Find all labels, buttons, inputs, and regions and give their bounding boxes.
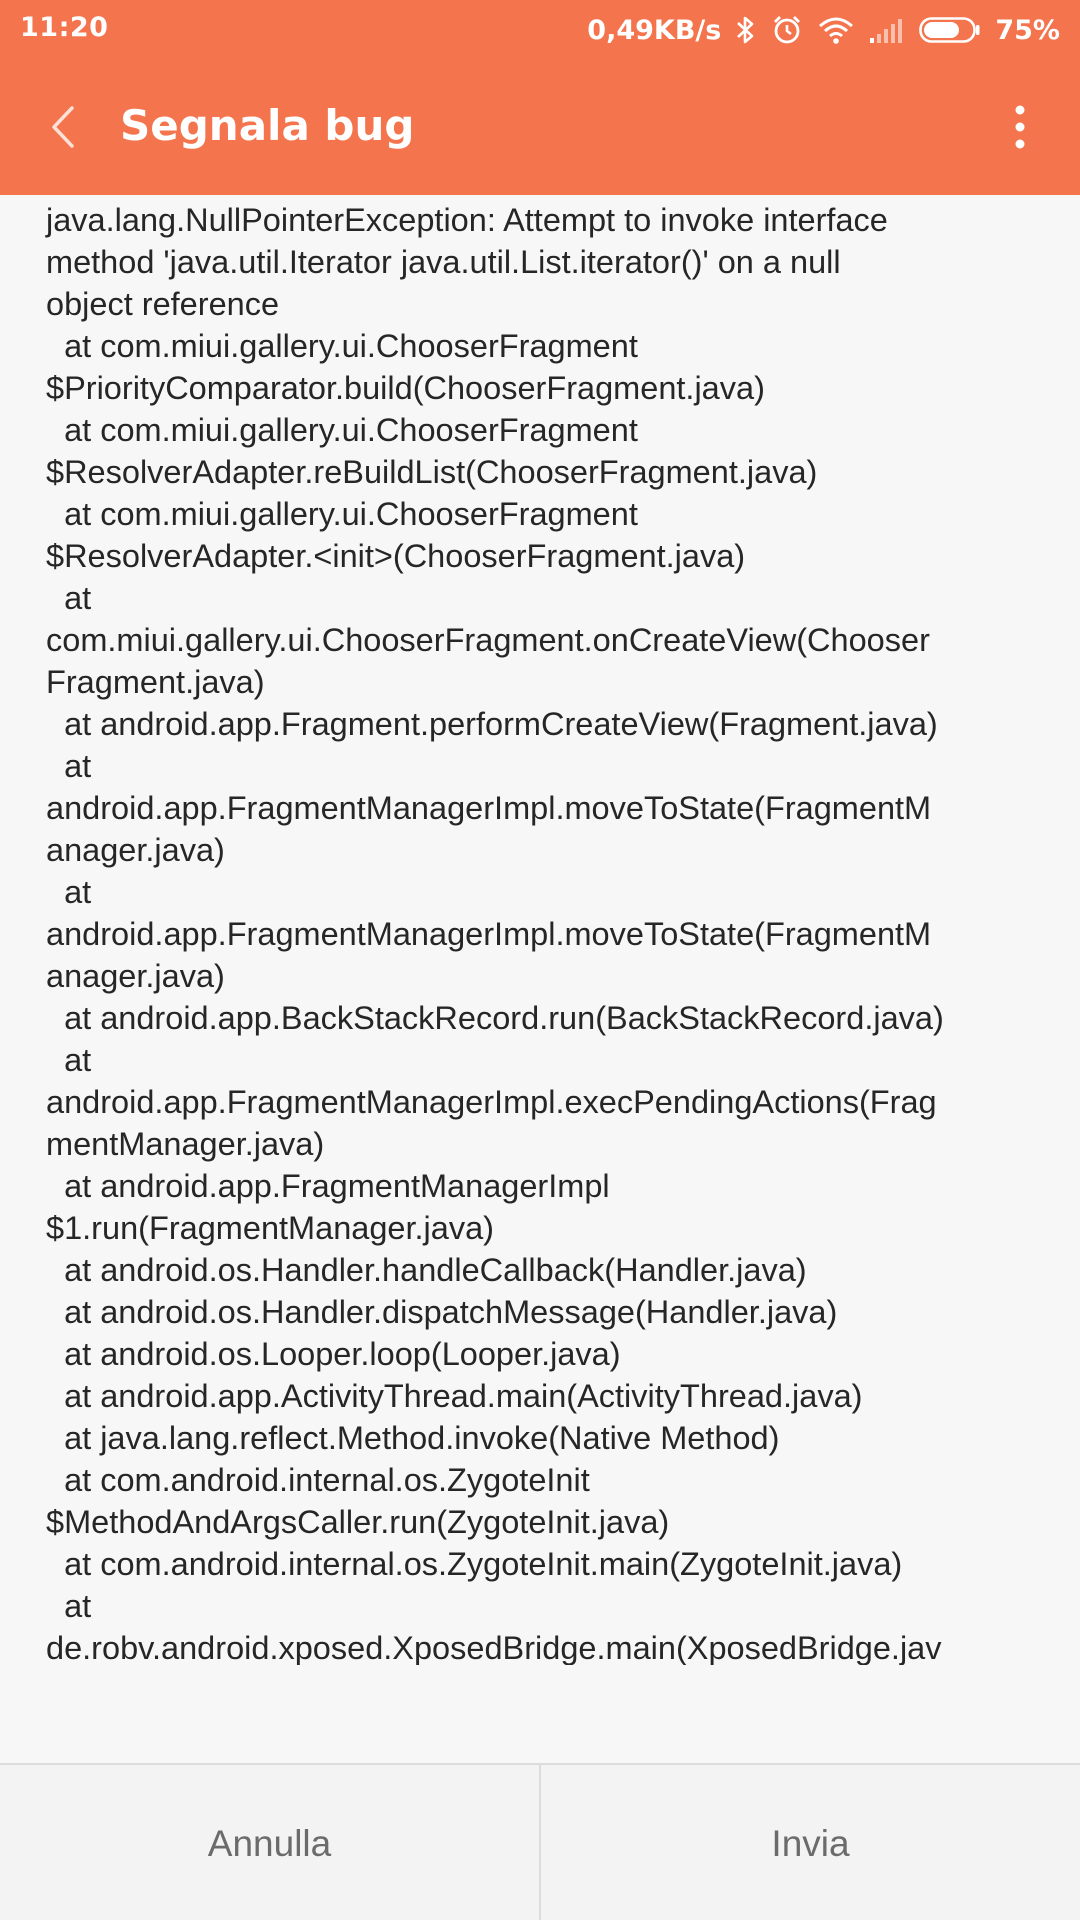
log-line: at com.miui.gallery.ui.ChooserFragment xyxy=(64,412,638,448)
log-line: at com.android.internal.os.ZygoteInit.ma… xyxy=(64,1546,903,1582)
log-line: at xyxy=(64,580,92,616)
cancel-button[interactable]: Annulla xyxy=(0,1765,539,1920)
more-vertical-icon xyxy=(1014,105,1026,153)
log-line: com.miui.gallery.ui.ChooserFragment.onCr… xyxy=(46,622,930,658)
log-line: at android.app.FragmentManagerImpl xyxy=(64,1168,610,1204)
dialog-button-bar: Annulla Invia xyxy=(0,1763,1080,1920)
status-bar: 11:20 0,49KB/s 75% xyxy=(0,0,1080,60)
network-speed: 0,49KB/s xyxy=(587,14,722,46)
status-time: 11:20 xyxy=(20,12,109,43)
log-line: at xyxy=(64,874,92,910)
log-line: at xyxy=(64,1588,92,1624)
log-line: $ResolverAdapter.<init>(ChooserFragment.… xyxy=(46,538,746,574)
status-icons: 0,49KB/s 75% xyxy=(587,10,1060,50)
log-line: at android.os.Handler.handleCallback(Han… xyxy=(64,1252,807,1288)
log-line: at com.miui.gallery.ui.ChooserFragment xyxy=(64,496,638,532)
log-line: at android.app.Fragment.performCreateVie… xyxy=(64,706,938,742)
log-line: android.app.FragmentManagerImpl.execPend… xyxy=(46,1084,937,1120)
alarm-icon xyxy=(771,14,803,46)
log-line: at android.os.Looper.loop(Looper.java) xyxy=(64,1336,621,1372)
toolbar: Segnala bug xyxy=(0,60,1080,195)
log-line: at xyxy=(64,1042,92,1078)
log-line: android.app.FragmentManagerImpl.moveToSt… xyxy=(46,916,932,952)
log-line: Fragment.java) xyxy=(46,664,265,700)
log-line: $MethodAndArgsCaller.run(ZygoteInit.java… xyxy=(46,1504,670,1540)
bug-report-screen: 11:20 0,49KB/s 75% Segnala bug java.lang… xyxy=(0,0,1080,1920)
log-line: anager.java) xyxy=(46,958,225,994)
battery-icon xyxy=(919,17,981,43)
signal-icon xyxy=(869,16,905,44)
log-line: at android.app.ActivityThread.main(Activ… xyxy=(64,1378,863,1414)
log-line: at java.lang.reflect.Method.invoke(Nativ… xyxy=(64,1420,780,1456)
log-line: object reference xyxy=(46,286,280,322)
log-line: at android.app.BackStackRecord.run(BackS… xyxy=(64,1000,944,1036)
bug-log-text: java.lang.NullPointerException: Attempt … xyxy=(46,199,1056,1665)
wifi-icon xyxy=(817,15,855,45)
log-line: mentManager.java) xyxy=(46,1126,325,1162)
page-title: Segnala bug xyxy=(120,101,415,150)
log-line: anager.java) xyxy=(46,832,225,868)
log-line: at com.android.internal.os.ZygoteInit xyxy=(64,1462,590,1498)
log-line: $PriorityComparator.build(ChooserFragmen… xyxy=(46,370,765,406)
log-line: $ResolverAdapter.reBuildList(ChooserFrag… xyxy=(46,454,818,490)
back-button[interactable] xyxy=(28,94,98,164)
log-line: android.app.FragmentManagerImpl.moveToSt… xyxy=(46,790,932,826)
more-options-button[interactable] xyxy=(990,94,1050,164)
log-line: at com.miui.gallery.ui.ChooserFragment xyxy=(64,328,638,364)
log-line: java.lang.NullPointerException: Attempt … xyxy=(46,202,888,238)
send-button[interactable]: Invia xyxy=(541,1765,1080,1920)
chevron-left-icon xyxy=(48,104,78,154)
bluetooth-icon xyxy=(735,15,757,45)
log-line: de.robv.android.xposed.XposedBridge.main… xyxy=(46,1630,942,1665)
log-line: at android.os.Handler.dispatchMessage(Ha… xyxy=(64,1294,838,1330)
log-line: $1.run(FragmentManager.java) xyxy=(46,1210,495,1246)
battery-percent: 75% xyxy=(995,14,1060,46)
bug-log-area[interactable]: java.lang.NullPointerException: Attempt … xyxy=(0,195,1080,1665)
log-line: at xyxy=(64,748,92,784)
log-line: method 'java.util.Iterator java.util.Lis… xyxy=(46,244,841,280)
